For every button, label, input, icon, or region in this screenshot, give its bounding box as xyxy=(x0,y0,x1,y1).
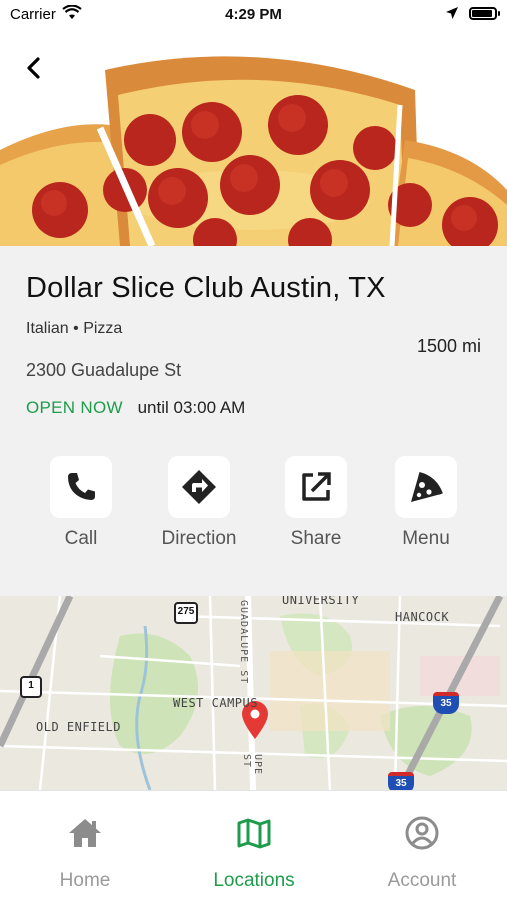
tab-home[interactable]: Home xyxy=(15,815,155,892)
share-icon xyxy=(302,472,331,501)
closing-time: until 03:00 AM xyxy=(137,398,246,417)
tab-bar: Home Locations Account xyxy=(0,790,507,900)
pizza-image xyxy=(0,56,507,246)
battery-icon xyxy=(469,7,500,20)
share-button[interactable]: Share xyxy=(261,456,371,550)
menu-label: Menu xyxy=(402,528,450,549)
open-status-badge: OPEN NOW xyxy=(26,398,123,417)
map-label-hancock: HANCOCK xyxy=(395,610,450,624)
tab-account-label: Account xyxy=(387,870,457,891)
route-275-shield: 275 xyxy=(174,602,198,624)
tab-locations-label: Locations xyxy=(213,870,295,891)
account-icon xyxy=(405,816,439,850)
chevron-left-icon xyxy=(27,57,40,79)
pizza-slice-icon xyxy=(411,472,443,502)
map-label-old-enfield: OLD ENFIELD xyxy=(36,720,121,734)
tab-home-label: Home xyxy=(59,870,111,891)
location-arrow-icon xyxy=(446,7,458,19)
battery-level xyxy=(472,10,492,17)
map-label-guadalupe-south: UPE ST xyxy=(241,754,263,776)
phone-icon xyxy=(68,473,95,500)
cuisine-tags: Italian • Pizza xyxy=(26,320,123,337)
tab-account[interactable]: Account xyxy=(352,815,492,892)
interstate-35-shield: 35 xyxy=(433,692,459,714)
address-label: 2300 Guadalupe St xyxy=(26,360,182,380)
location-map[interactable]: UNIVERSITY HANCOCK WEST CAMPUS OLD ENFIE… xyxy=(0,596,507,790)
action-row: Call Direction Share Menu xyxy=(0,456,507,566)
direction-button[interactable]: Direction xyxy=(144,456,254,550)
map-label-guadalupe: GUADALUPE ST xyxy=(238,600,249,685)
restaurant-info-panel: Dollar Slice Club Austin, TX Italian • P… xyxy=(0,246,507,596)
interstate-35-shield-south: 35 xyxy=(388,772,414,790)
distance-label: 1500 mi xyxy=(416,336,481,356)
tab-locations[interactable]: Locations xyxy=(184,815,324,892)
home-icon xyxy=(69,819,101,847)
map-label-university: UNIVERSITY xyxy=(282,596,360,607)
hero-image xyxy=(0,0,507,246)
status-time: 4:29 PM xyxy=(225,6,282,23)
direction-label: Direction xyxy=(161,528,237,549)
restaurant-name: Dollar Slice Club Austin, TX xyxy=(26,272,386,304)
map-icon xyxy=(237,818,271,849)
call-label: Call xyxy=(64,528,98,549)
back-button[interactable] xyxy=(18,52,50,84)
menu-button[interactable]: Menu xyxy=(371,456,481,550)
direction-icon xyxy=(182,470,216,504)
hours-row: OPEN NOW until 03:00 AM xyxy=(26,398,245,418)
map-label-west-campus: WEST CAMPUS xyxy=(173,696,258,710)
call-button[interactable]: Call xyxy=(26,456,136,550)
route-1-shield: 1 xyxy=(20,676,42,698)
status-bar: Carrier 4:29 PM xyxy=(0,0,507,30)
share-label: Share xyxy=(290,528,342,549)
